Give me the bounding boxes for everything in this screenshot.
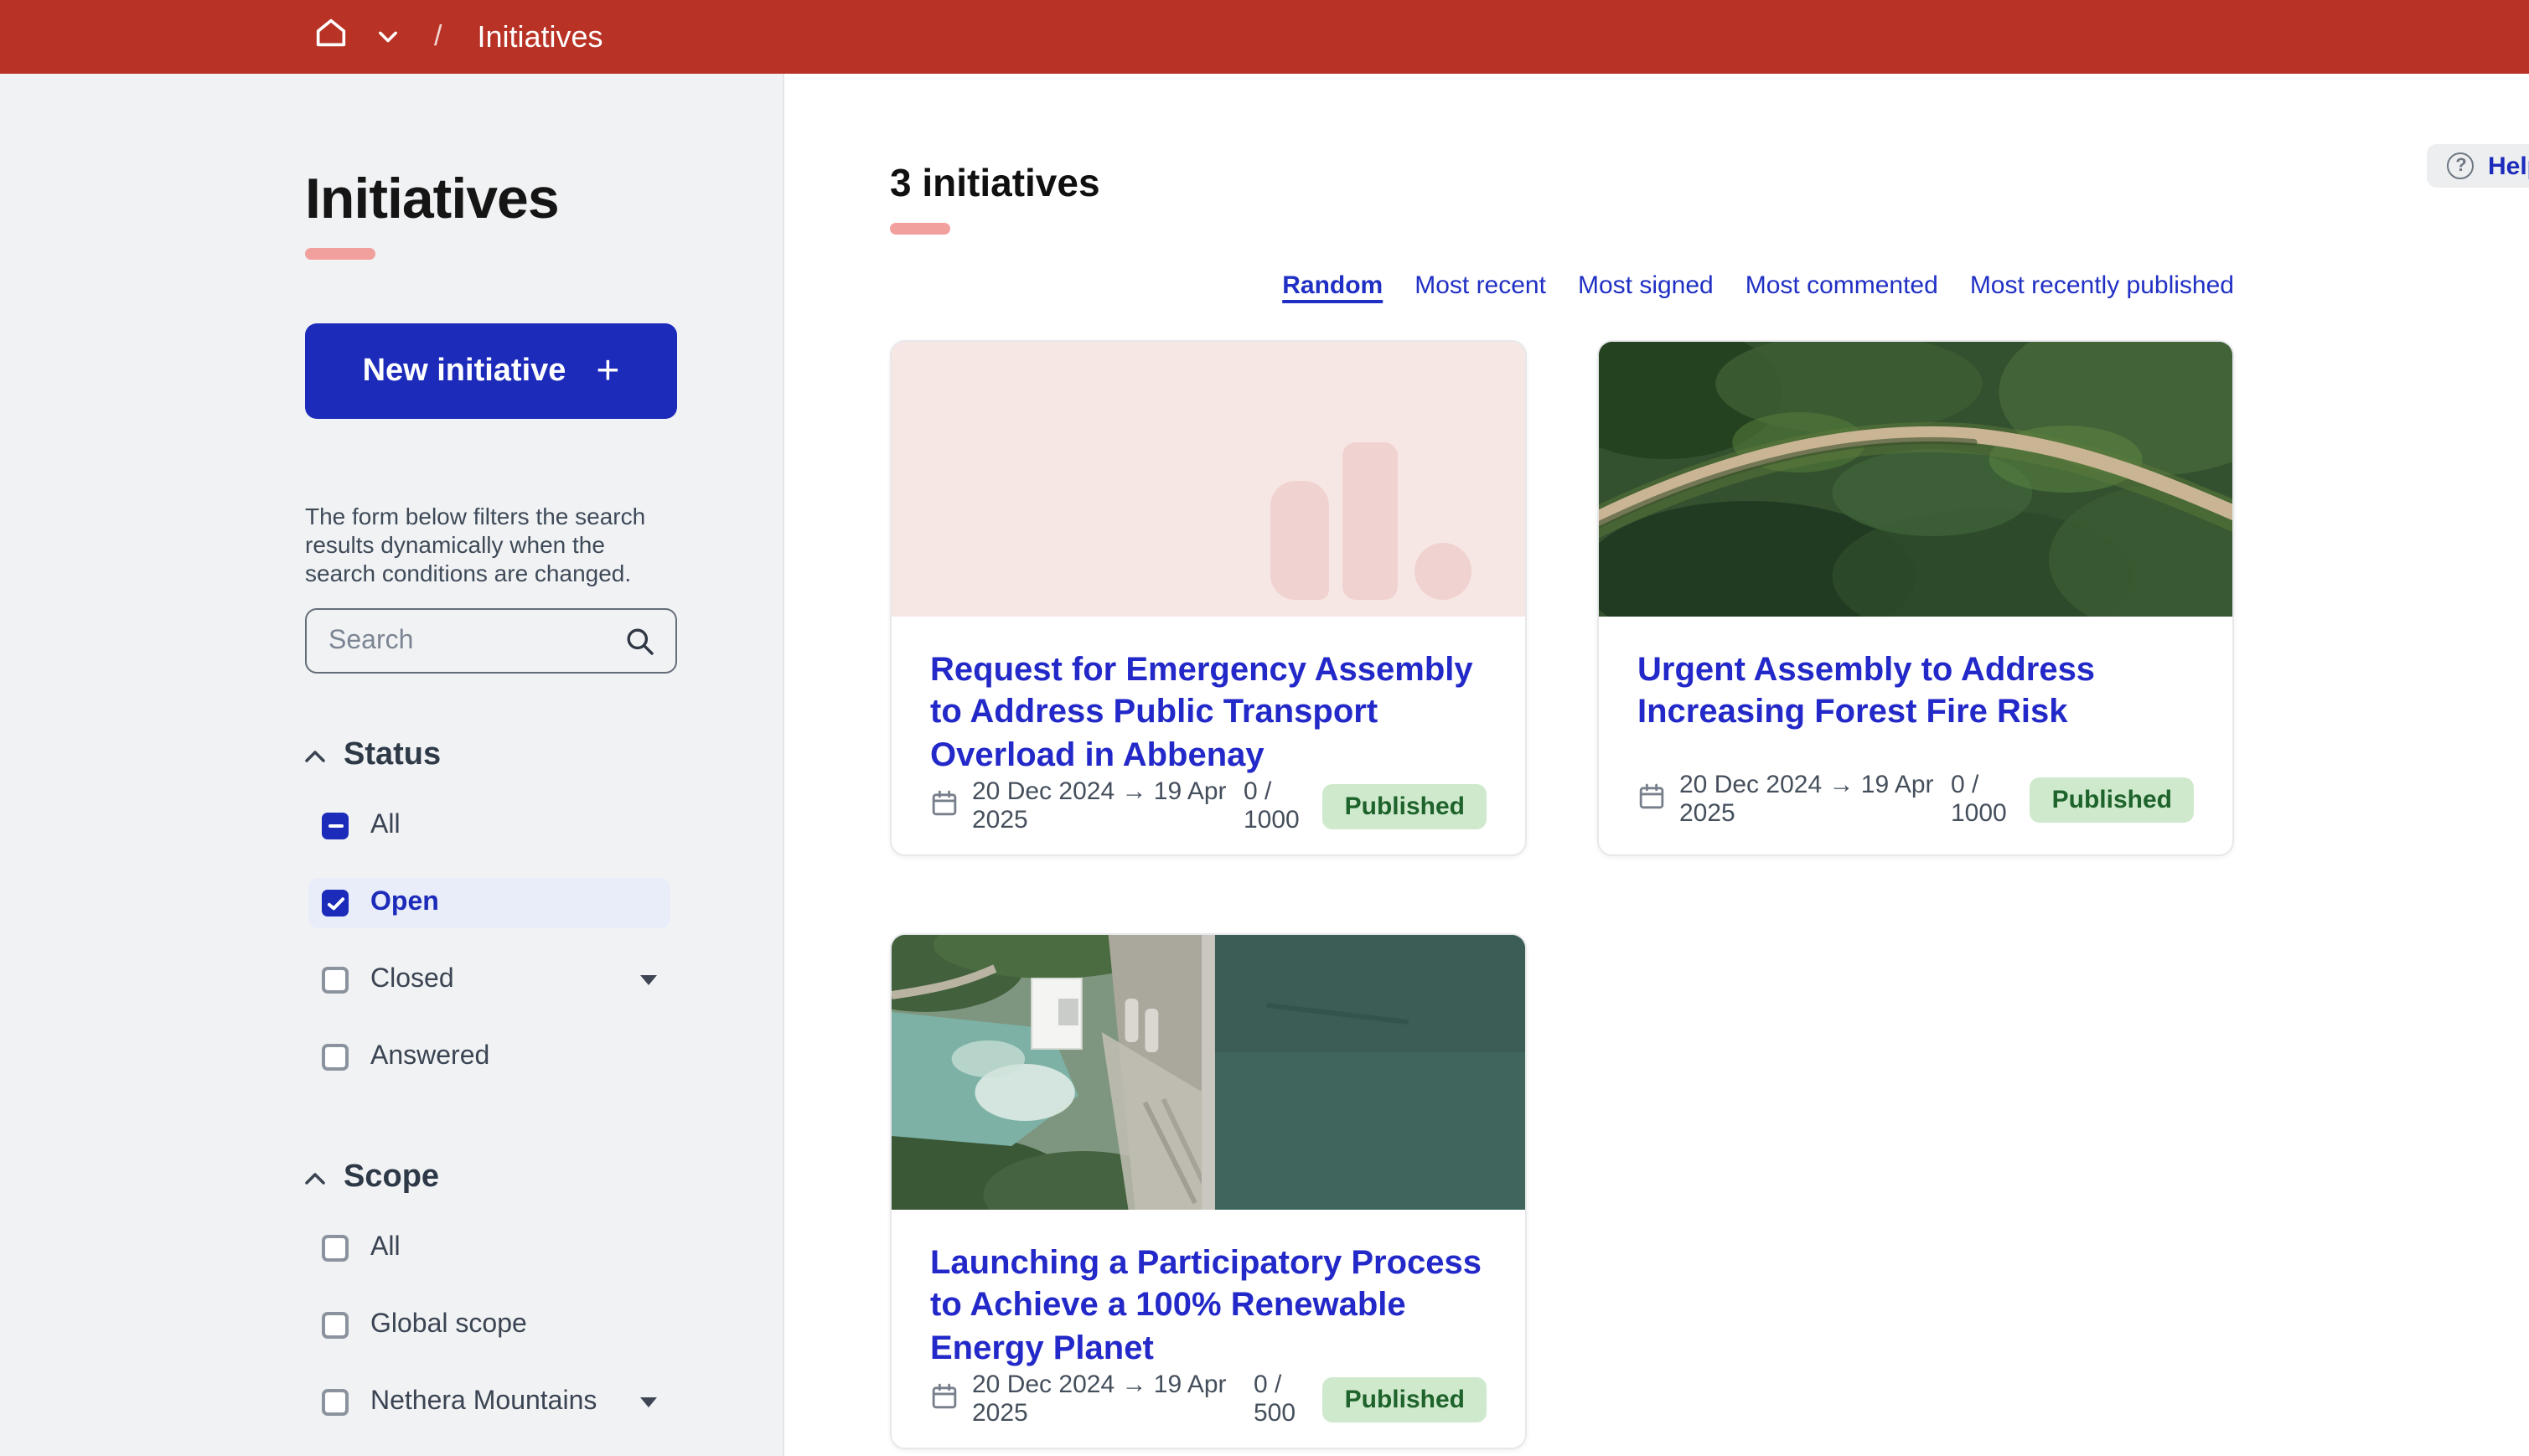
breadcrumb-current[interactable]: Initiatives — [477, 19, 603, 54]
checkbox-unchecked-icon[interactable] — [322, 1312, 349, 1339]
filter-option-scope-nethera-mountains[interactable]: Nethera Mountains — [308, 1377, 670, 1428]
checkbox-unchecked-icon[interactable] — [322, 1235, 349, 1262]
filters-sidebar: Initiatives New initiative + The form be… — [0, 74, 784, 1456]
checkbox-indeterminate-icon[interactable] — [322, 813, 349, 839]
help-button[interactable]: ? Help — [2428, 144, 2529, 188]
new-initiative-label: New initiative — [363, 353, 566, 390]
checkbox-checked-icon[interactable] — [322, 890, 349, 916]
filter-help-text: The form below filters the search result… — [305, 503, 677, 588]
calendar-icon — [1637, 782, 1666, 817]
filter-option-status-answered[interactable]: Answered — [308, 1032, 670, 1082]
new-initiative-button[interactable]: New initiative + — [305, 323, 677, 419]
sort-random[interactable]: Random — [1282, 271, 1383, 300]
main-content: ? Help 3 initiatives Random Most recent … — [786, 74, 2529, 1456]
initiative-title-link[interactable]: Launching a Participatory Process to Ach… — [930, 1243, 1487, 1371]
scope-section-toggle[interactable]: Scope — [305, 1159, 677, 1196]
chevron-down-icon — [379, 22, 397, 52]
initiatives-grid: Request for Emergency Assembly to Addres… — [890, 340, 2234, 1449]
card-image-dam-aerial[interactable] — [892, 935, 1525, 1210]
caret-down-icon[interactable] — [640, 975, 657, 985]
calendar-icon — [930, 1381, 959, 1417]
initiative-dates: 20 Dec 2024 → 19 Apr 2025 — [1637, 771, 1951, 828]
sort-most-signed[interactable]: Most signed — [1578, 271, 1714, 300]
card-image-bar-chart-placeholder-icon[interactable] — [892, 342, 1525, 617]
search-input[interactable] — [307, 626, 625, 656]
checkbox-unchecked-icon[interactable] — [322, 1389, 349, 1416]
status-badge: Published — [1323, 1376, 1487, 1422]
caret-down-icon[interactable] — [640, 1397, 657, 1407]
initiative-card: Launching a Participatory Process to Ach… — [890, 933, 1527, 1449]
breadcrumb-separator: / — [434, 20, 442, 54]
title-accent-underline — [305, 248, 375, 260]
sort-most-recently-published[interactable]: Most recently published — [1970, 271, 2234, 300]
status-section-toggle[interactable]: Status — [305, 737, 677, 774]
calendar-icon — [930, 788, 959, 824]
signature-count: 0 / 1000 — [1951, 771, 2030, 828]
status-badge: Published — [2030, 777, 2194, 822]
status-badge: Published — [1323, 783, 1487, 829]
filter-section-scope: Scope All Global scope Nethera Mountains — [305, 1159, 677, 1456]
page-title: Initiatives — [305, 168, 677, 233]
filter-option-status-all[interactable]: All — [308, 801, 670, 851]
breadcrumb: / Initiatives — [312, 13, 603, 60]
chevron-up-icon — [305, 1163, 325, 1193]
initiatives-page: / Initiatives Initiatives New initiative… — [0, 0, 2529, 1456]
status-section-title: Status — [344, 737, 441, 774]
sort-most-commented[interactable]: Most commented — [1745, 271, 1938, 300]
breadcrumb-dropdown[interactable] — [379, 22, 397, 52]
filter-section-status: Status All Open — [305, 737, 677, 1082]
chevron-up-icon — [305, 741, 325, 771]
filter-option-status-closed[interactable]: Closed — [308, 955, 670, 1005]
question-icon: ? — [2448, 152, 2475, 179]
help-label: Help — [2488, 152, 2529, 180]
results-count-heading: 3 initiatives — [890, 161, 2234, 206]
signature-count: 0 / 1000 — [1244, 777, 1323, 834]
filter-option-scope-global[interactable]: Global scope — [308, 1300, 670, 1350]
checkbox-unchecked-icon[interactable] — [322, 967, 349, 994]
initiative-card: Urgent Assembly to Address Increasing Fo… — [1597, 340, 2234, 856]
home-link[interactable] — [312, 13, 350, 60]
card-image-forest-aerial[interactable] — [1599, 342, 2232, 617]
initiative-title-link[interactable]: Urgent Assembly to Address Increasing Fo… — [1637, 650, 2194, 736]
heading-accent-underline — [890, 223, 950, 235]
search-icon[interactable] — [625, 626, 655, 656]
search-box — [305, 608, 677, 674]
initiative-card: Request for Emergency Assembly to Addres… — [890, 340, 1527, 856]
sort-most-recent[interactable]: Most recent — [1414, 271, 1546, 300]
initiative-dates: 20 Dec 2024 → 19 Apr 2025 — [930, 1371, 1254, 1428]
filter-option-status-open[interactable]: Open — [308, 878, 670, 928]
initiative-dates: 20 Dec 2024 → 19 Apr 2025 — [930, 777, 1244, 834]
sort-options: Random Most recent Most signed Most comm… — [890, 271, 2234, 300]
initiative-title-link[interactable]: Request for Emergency Assembly to Addres… — [930, 650, 1487, 777]
home-icon — [312, 13, 350, 60]
topbar: / Initiatives — [0, 0, 2529, 74]
checkbox-unchecked-icon[interactable] — [322, 1044, 349, 1071]
filter-option-scope-all[interactable]: All — [308, 1223, 670, 1273]
signature-count: 0 / 500 — [1254, 1371, 1323, 1428]
plus-icon: + — [596, 351, 619, 391]
scope-section-title: Scope — [344, 1159, 439, 1196]
